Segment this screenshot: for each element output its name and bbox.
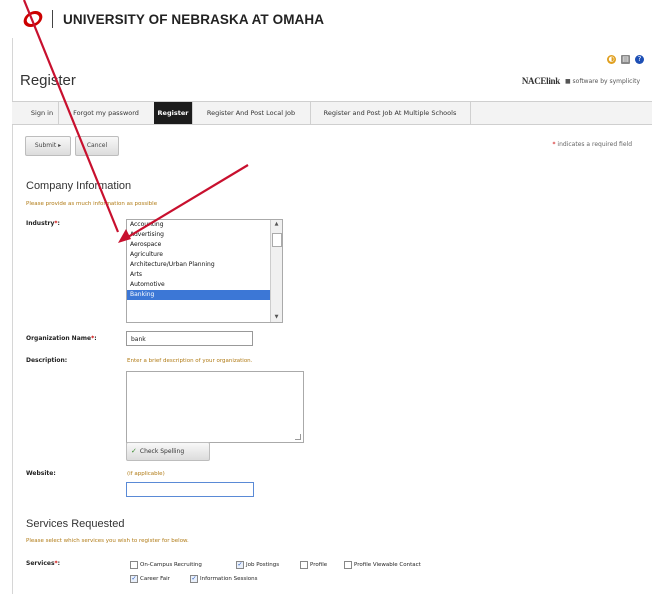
annotation-arrow-icon [22,0,249,243]
